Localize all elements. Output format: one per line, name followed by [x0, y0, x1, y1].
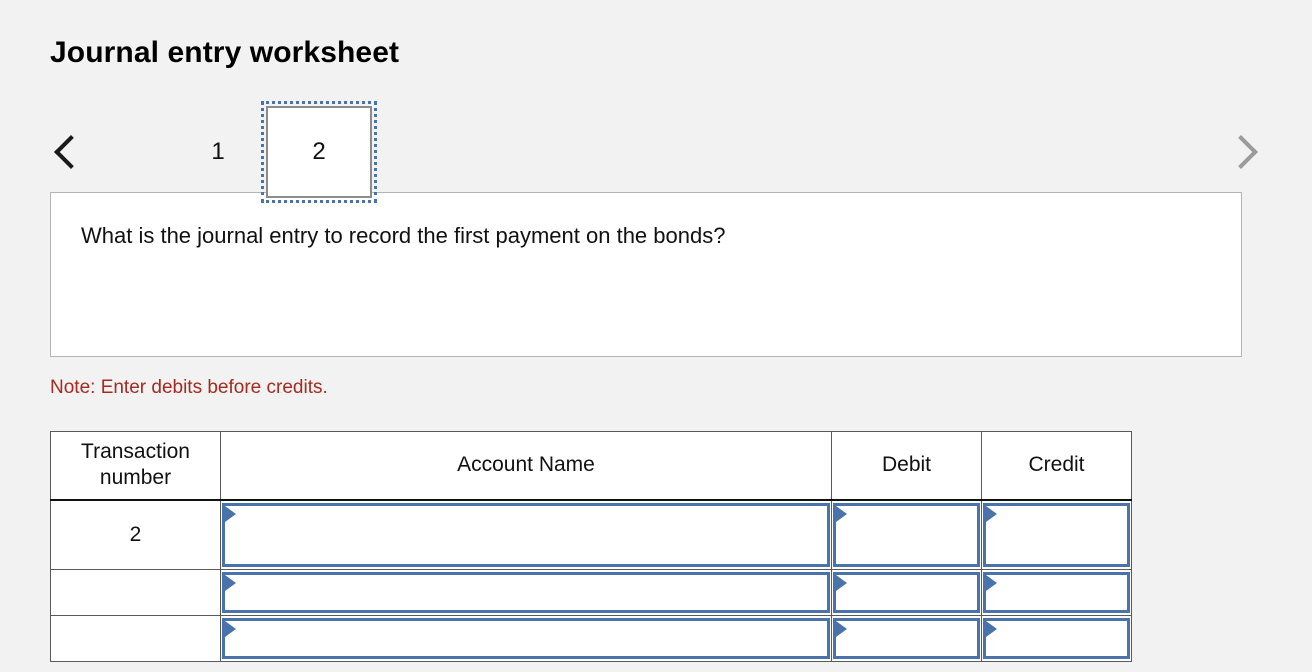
dropdown-triangle-icon — [986, 575, 997, 591]
row-1-debit-input[interactable] — [850, 575, 969, 610]
dropdown-triangle-icon — [836, 505, 847, 522]
row-1-credit-cell[interactable] — [981, 569, 1132, 616]
page-title: Journal entry worksheet — [50, 36, 400, 69]
row-2-account-name-box[interactable] — [222, 618, 830, 659]
row-0-transaction-number: 2 — [50, 499, 221, 570]
chevron-left-icon — [54, 135, 88, 169]
pager-tab-1[interactable]: 1 — [168, 106, 268, 198]
dropdown-triangle-icon — [225, 621, 236, 637]
row-2-debit-box[interactable] — [833, 618, 980, 659]
dropdown-triangle-icon — [836, 575, 847, 591]
row-1-account-name-input[interactable] — [239, 575, 819, 610]
table-row: 2 — [50, 499, 1132, 570]
row-1-credit-box[interactable] — [983, 572, 1130, 613]
row-1-account-name-box[interactable] — [222, 572, 830, 613]
row-0-debit-box[interactable] — [833, 502, 980, 567]
question-panel: What is the journal entry to record the … — [50, 192, 1242, 357]
row-0-credit-box[interactable] — [983, 502, 1130, 567]
row-1-debit-box[interactable] — [833, 572, 980, 613]
row-2-debit-cell[interactable] — [831, 615, 982, 662]
next-page-button[interactable] — [1222, 106, 1266, 198]
row-1-debit-cell[interactable] — [831, 569, 982, 616]
row-0-account-name-cell[interactable] — [220, 499, 832, 570]
row-0-debit-cell[interactable] — [831, 499, 982, 570]
pager-tab-2-label: 2 — [312, 138, 326, 165]
row-0-account-name-box[interactable] — [222, 502, 830, 567]
dropdown-triangle-icon — [986, 621, 997, 637]
worksheet-pager: 1 2 — [46, 101, 1266, 203]
dropdown-triangle-icon — [225, 575, 236, 591]
row-1-account-name-cell[interactable] — [220, 569, 832, 616]
header-transaction-number: Transaction number — [50, 431, 221, 501]
row-0-credit-cell[interactable] — [981, 499, 1132, 570]
header-credit: Credit — [981, 431, 1132, 501]
dropdown-triangle-icon — [836, 621, 847, 637]
row-0-credit-input[interactable] — [1000, 505, 1119, 564]
header-debit: Debit — [831, 431, 982, 501]
dropdown-triangle-icon — [225, 505, 236, 522]
debits-before-credits-note: Note: Enter debits before credits. — [50, 377, 328, 398]
table-header-row: Transaction number Account Name Debit Cr… — [50, 431, 1132, 501]
row-2-transaction-number — [50, 615, 221, 662]
pager-tab-2[interactable]: 2 — [261, 101, 377, 203]
table-row — [50, 569, 1132, 616]
row-0-debit-input[interactable] — [850, 505, 969, 564]
row-2-credit-cell[interactable] — [981, 615, 1132, 662]
header-account-name: Account Name — [220, 431, 832, 501]
row-2-account-name-cell[interactable] — [220, 615, 832, 662]
row-2-account-name-input[interactable] — [239, 621, 819, 656]
dropdown-triangle-icon — [986, 505, 997, 522]
row-1-transaction-number — [50, 569, 221, 616]
previous-page-button[interactable] — [46, 106, 90, 198]
table-row — [50, 615, 1132, 662]
chevron-right-icon — [1224, 135, 1258, 169]
row-1-credit-input[interactable] — [1000, 575, 1119, 610]
pager-tab-1-label: 1 — [211, 138, 225, 165]
row-2-credit-box[interactable] — [983, 618, 1130, 659]
row-2-credit-input[interactable] — [1000, 621, 1119, 656]
question-text: What is the journal entry to record the … — [81, 223, 726, 248]
row-0-account-name-input[interactable] — [239, 505, 819, 564]
row-2-debit-input[interactable] — [850, 621, 969, 656]
journal-entry-table: Transaction number Account Name Debit Cr… — [50, 431, 1132, 662]
